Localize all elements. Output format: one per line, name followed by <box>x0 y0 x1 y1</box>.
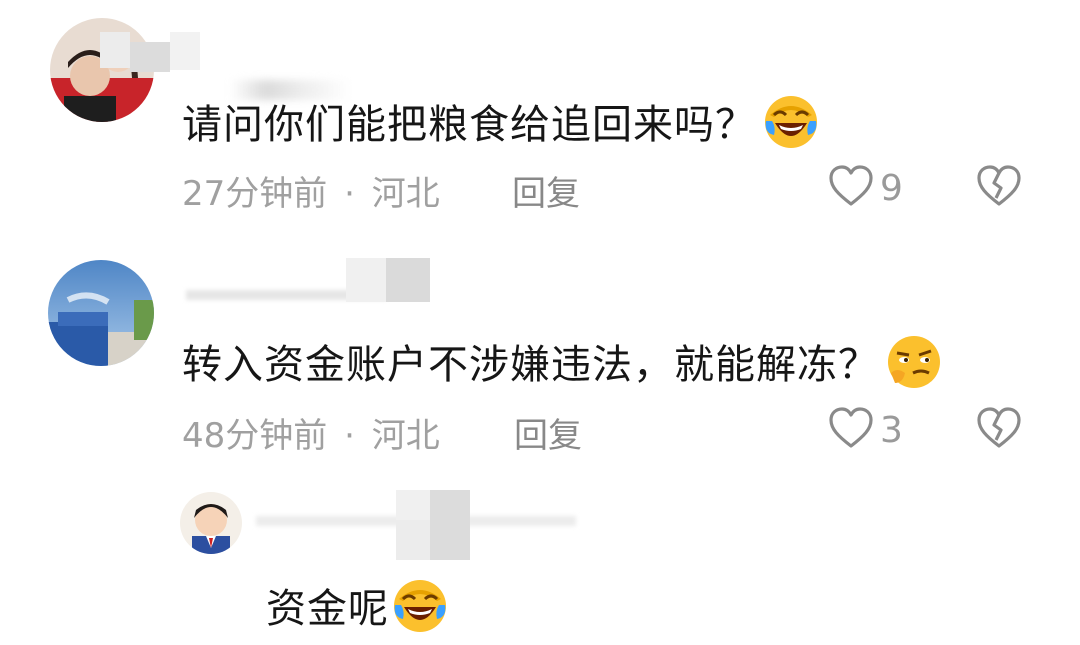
reply-text: 资金呢 <box>266 576 449 645</box>
comment-item: 转入资金账户不涉嫌违法，就能解冻？ 48分钟前 · 河北 回复 3 <box>0 240 1080 470</box>
heart-outline-icon <box>828 164 874 212</box>
nested-reply-item: 资金呢 <box>0 480 1080 638</box>
location: 河北 <box>371 174 440 214</box>
broken-heart-icon[interactable] <box>976 406 1022 454</box>
laughing-crying-emoji-icon <box>762 93 820 161</box>
avatar[interactable] <box>48 260 154 366</box>
like-button[interactable]: 9 <box>828 164 903 212</box>
like-count: 9 <box>880 167 903 209</box>
comment-meta: 27分钟前 · 河北 <box>182 166 440 215</box>
timestamp: 27分钟前 <box>182 174 328 214</box>
thinking-smirk-emoji-icon <box>885 333 943 401</box>
comment-meta: 48分钟前 · 河北 <box>182 408 440 457</box>
like-count: 3 <box>880 409 903 451</box>
comment-text: 请问你们能把粮食给追回来吗？ <box>182 92 820 161</box>
separator: · <box>344 174 355 214</box>
heart-outline-icon <box>828 406 874 454</box>
reply-body: 资金呢 <box>266 586 389 632</box>
location: 河北 <box>371 416 440 456</box>
avatar[interactable] <box>180 492 242 554</box>
reply-button[interactable]: 回复 <box>512 166 580 215</box>
timestamp: 48分钟前 <box>182 416 328 456</box>
comment-body: 转入资金账户不涉嫌违法，就能解冻？ <box>182 342 879 388</box>
separator: · <box>344 416 355 456</box>
comment-text: 转入资金账户不涉嫌违法，就能解冻？ <box>182 332 943 401</box>
like-button[interactable]: 3 <box>828 406 903 454</box>
reply-button[interactable]: 回复 <box>514 408 582 457</box>
laughing-crying-emoji-icon <box>391 577 449 645</box>
comment-body: 请问你们能把粮食给追回来吗？ <box>182 102 756 148</box>
comment-item: 请问你们能把粮食给追回来吗？ 27分钟前 · 河北 回复 9 <box>0 0 1080 230</box>
broken-heart-icon[interactable] <box>976 164 1022 212</box>
